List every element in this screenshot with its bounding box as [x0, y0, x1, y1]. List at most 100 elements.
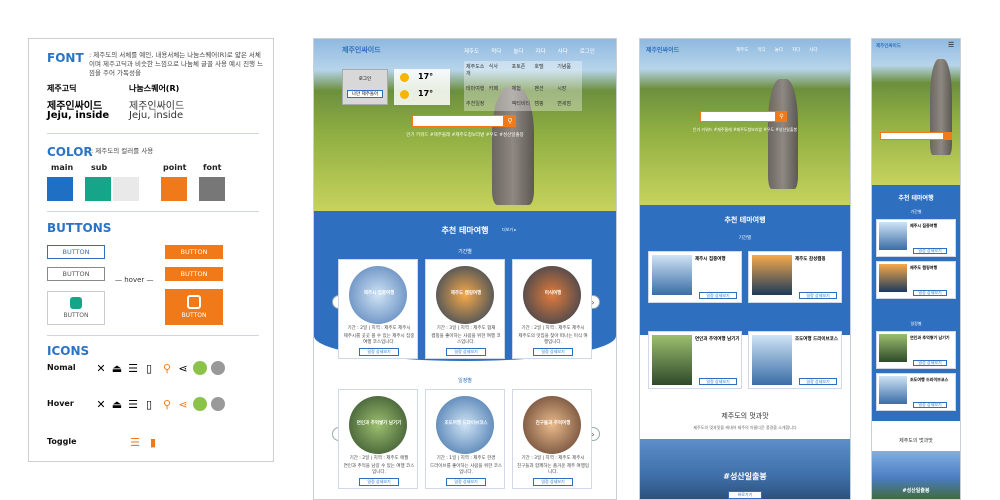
theme-card[interactable]: 미식여행 기간 : 2일 | 지역 : 제주도 제주시 제주도의 맛집을 찾아 … [512, 259, 592, 359]
search-input[interactable] [700, 111, 776, 122]
submenu-item[interactable]: 호텔 [534, 63, 557, 79]
card-detail-button[interactable]: 일정 상세보기 [446, 348, 486, 356]
search-icon[interactable]: ⚲ [161, 363, 173, 375]
logo[interactable]: 제주인싸이드 [876, 43, 901, 49]
submenu-item[interactable]: 액티비티 [512, 100, 535, 109]
card-detail-button[interactable]: 일정 상세보기 [913, 290, 947, 296]
search-input[interactable] [412, 115, 504, 127]
sub-color-swatch-2 [113, 177, 139, 201]
theme-card[interactable]: 조도여행 드라이브코스 일정 상세보기 [876, 373, 956, 411]
theme-card[interactable]: 제주도 감성캠핑 일정 상세보기 [748, 251, 842, 303]
nav-item[interactable]: 제주도 [736, 47, 748, 53]
button-sample-outline-blue[interactable]: BUTTON [47, 245, 105, 259]
card-detail-button[interactable]: 일정 상세보기 [446, 478, 486, 486]
theme-card[interactable]: 제주도 캠핑여행 기간 : 3일 | 지역 : 제주도 협재 캠핑을 좋아하는 … [425, 259, 505, 359]
apple-icon[interactable] [211, 397, 225, 411]
search-icon[interactable]: ⚲ [776, 111, 787, 122]
submenu-item[interactable]: 제주도소개 [466, 63, 489, 79]
nav-item[interactable]: 놀다 [775, 47, 783, 53]
android-icon[interactable] [193, 361, 207, 375]
search-icon[interactable]: ⚲ [161, 399, 173, 411]
menu-toggle-icon[interactable]: ☰ [129, 437, 141, 449]
nav-item[interactable]: 제주도 [464, 47, 479, 55]
card-detail-button[interactable]: 일정 상세보기 [699, 292, 737, 299]
card-detail-button[interactable]: 일정 상세보기 [913, 402, 947, 408]
button-sample-outline-gray[interactable]: BUTTON [47, 267, 105, 281]
main-color-swatch [47, 177, 73, 201]
bookmark-toggle-icon[interactable]: ▮ [147, 437, 159, 449]
card-detail-button[interactable]: 일정 상세보기 [799, 292, 837, 299]
font-section-title: FONT [47, 51, 84, 65]
theme-card[interactable]: 친구들과 추억여행 기간 : 3일 | 지역 : 제주도 제주시 친구들과 함께… [512, 389, 592, 489]
nav-item[interactable]: 사다 [809, 47, 817, 53]
button-sample-hover-2[interactable]: BUTTON [165, 267, 223, 281]
theme-card[interactable]: 연인과 추억쌓기 남기기 일정 상세보기 [876, 331, 956, 369]
join-button[interactable]: 나만 제주돌아 [347, 90, 383, 98]
nav-item[interactable]: 먹다 [757, 47, 765, 53]
logo[interactable]: 제주인싸이드 [646, 45, 679, 54]
search-icon[interactable] [944, 132, 952, 140]
theme-card[interactable]: 연인과 추억쌓기 남기기 기간 : 2일 | 지역 : 제주도 애월 연인과 추… [338, 389, 418, 489]
submenu-item[interactable] [489, 100, 512, 109]
share-icon[interactable]: ⋖ [177, 363, 189, 375]
nav-item[interactable]: 자다 [792, 47, 800, 53]
menu-icon[interactable]: ☰ [948, 41, 954, 49]
logo[interactable]: 제주인싸이드 [342, 45, 381, 55]
tablet-mockup: 제주인싸이드 제주도 먹다 놀다 자다 사다 ⚲ 인기 키워드 #제주올레 #제… [639, 38, 851, 500]
go-button[interactable]: 바로가기 [728, 491, 762, 499]
menu-icon[interactable]: ☰ [127, 363, 139, 375]
submenu-item[interactable]: 테마여행 [466, 85, 489, 94]
nav-item[interactable]: 먹다 [491, 47, 501, 55]
submenu-item[interactable]: 캠핑 [534, 100, 557, 109]
submenu-item[interactable]: 식사 [489, 63, 512, 79]
eject-icon[interactable]: ⏏ [111, 363, 123, 375]
search-input[interactable] [880, 132, 944, 140]
theme-card[interactable]: 제주시 집중여행 일정 상세보기 [648, 251, 742, 303]
submenu-item[interactable]: 기념품 [557, 63, 580, 79]
card-detail-button[interactable]: 일정 상세보기 [799, 378, 837, 385]
submenu-item[interactable]: 펜션 [534, 85, 557, 94]
card-detail-button[interactable]: 일정 상세보기 [359, 348, 399, 356]
search-icon[interactable]: ⚲ [504, 115, 516, 127]
card-detail-button[interactable]: 일정 상세보기 [913, 248, 947, 254]
theme-card[interactable]: 연인과 추억여행 남기기 일정 상세보기 [648, 331, 742, 389]
login-button[interactable]: 로그인 [343, 76, 387, 82]
nav-item[interactable]: 로그인 [580, 47, 595, 55]
submenu-item[interactable]: 체험 [512, 85, 535, 94]
android-icon[interactable] [193, 397, 207, 411]
submenu-item[interactable]: 면세점 [557, 100, 580, 109]
apple-icon[interactable] [211, 361, 225, 375]
submenu-item[interactable]: 추천일정 [466, 100, 489, 109]
close-icon[interactable]: ✕ [95, 363, 107, 375]
theme-card[interactable]: 제주시 집중여행 일정 상세보기 [876, 219, 956, 257]
card-detail-button[interactable]: 일정 상세보기 [533, 348, 573, 356]
bus-button-normal[interactable]: BUTTON [47, 291, 105, 325]
theme-card[interactable]: 제주시 집중여행 기간 : 2일 | 지역 : 제주도 제주시 제주시를 곳곳 … [338, 259, 418, 359]
theme-card[interactable]: 조도여행 드라이브코스 기간 : 1일 | 지역 : 제주도 한경 드라이브를 … [425, 389, 505, 489]
card-title: 제주도 감성캠핑 [795, 257, 826, 262]
eject-icon[interactable]: ⏏ [111, 399, 123, 411]
card-detail-button[interactable]: 일정 상세보기 [533, 478, 573, 486]
nav-item[interactable]: 놀다 [513, 47, 523, 55]
theme-card[interactable]: 조도여행 드라이브코스 일정 상세보기 [748, 331, 842, 389]
bus-button-hover[interactable]: BUTTON [165, 289, 223, 325]
nav-item[interactable]: 사다 [558, 47, 568, 55]
card-detail-button[interactable]: 일정 상세보기 [913, 360, 947, 366]
bookmark-icon[interactable]: ▯ [143, 363, 155, 375]
bookmark-icon[interactable]: ▯ [143, 399, 155, 411]
card-detail-button[interactable]: 일정 상세보기 [699, 378, 737, 385]
submenu-item[interactable]: 카페 [489, 85, 512, 94]
hashtags[interactable]: 인기 키워드 #제주올레 #제주도청보리밭 #우도 #성산일출봉 [644, 127, 846, 133]
more-link[interactable]: 더보기 ▸ [502, 227, 516, 233]
button-sample-hover-1[interactable]: BUTTON [165, 245, 223, 259]
theme-card[interactable]: 제주도 캠핑여행 일정 상세보기 [876, 261, 956, 299]
nav-item[interactable]: 자다 [535, 47, 545, 55]
menu-icon[interactable]: ☰ [127, 399, 139, 411]
submenu-item[interactable]: 포토존 [512, 63, 535, 79]
card-detail-button[interactable]: 일정 상세보기 [359, 478, 399, 486]
hashtags[interactable]: 인기 키워드 #제주올레 #제주도청보리밭 #우도 #성산일출봉 [322, 132, 608, 138]
close-icon[interactable]: ✕ [95, 399, 107, 411]
bottom-tag: #성산일출봉 [723, 472, 767, 481]
submenu-item[interactable]: 시장 [557, 85, 580, 94]
share-icon[interactable]: ⋖ [177, 399, 189, 411]
